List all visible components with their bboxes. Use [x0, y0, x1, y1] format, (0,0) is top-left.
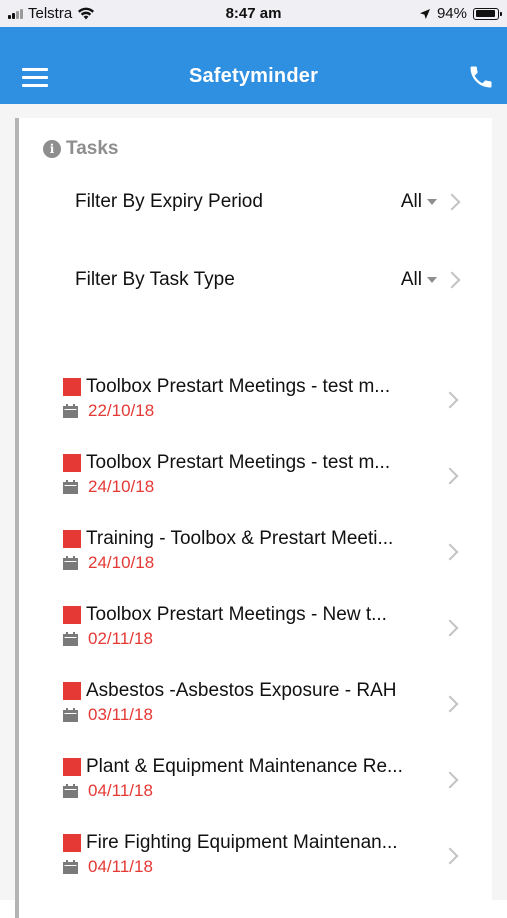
- tasks-card: i Tasks Filter By Expiry Period All Filt…: [15, 118, 492, 918]
- dropdown-caret-icon: [427, 277, 437, 283]
- filter-task-type[interactable]: Filter By Task Type All: [19, 260, 492, 300]
- battery-percent: 94%: [436, 5, 467, 22]
- tasks-section-title: Tasks: [66, 138, 119, 159]
- calendar-icon: [63, 556, 78, 570]
- task-title: Asbestos -Asbestos Exposure - RAH: [86, 680, 397, 701]
- status-bar: Telstra 8:47 am 94%: [0, 0, 507, 27]
- task-title: Toolbox Prestart Meetings - test m...: [86, 376, 391, 397]
- filter-label: Filter By Expiry Period: [75, 191, 263, 212]
- filter-expiry-period[interactable]: Filter By Expiry Period All: [19, 182, 492, 222]
- app-header: Safetyminder: [0, 27, 507, 104]
- filter-value: All: [400, 191, 422, 212]
- task-title: Toolbox Prestart Meetings - test m...: [86, 452, 391, 473]
- calendar-icon: [63, 860, 78, 874]
- calendar-icon: [63, 480, 78, 494]
- info-icon: i: [43, 140, 61, 158]
- overdue-flag-icon: [63, 454, 81, 472]
- task-date: 24/10/18: [88, 553, 155, 572]
- task-title: Fire Fighting Equipment Maintenan...: [86, 832, 398, 853]
- task-title: Toolbox Prestart Meetings - New t...: [86, 604, 387, 625]
- task-item[interactable]: Training - Toolbox & Prestart Meeti... 2…: [19, 524, 492, 584]
- calendar-icon: [63, 784, 78, 798]
- overdue-flag-icon: [63, 606, 81, 624]
- phone-icon[interactable]: [467, 63, 495, 91]
- overdue-flag-icon: [63, 378, 81, 396]
- filter-value: All: [400, 269, 422, 290]
- chevron-right-icon: [441, 847, 459, 865]
- task-item[interactable]: Toolbox Prestart Meetings - New t... 02/…: [19, 600, 492, 660]
- task-item[interactable]: Toolbox Prestart Meetings - test m... 22…: [19, 372, 492, 432]
- location-arrow-icon: [419, 8, 430, 19]
- battery-icon: [473, 7, 502, 20]
- task-item[interactable]: Toolbox Prestart Meetings - test m... 24…: [19, 448, 492, 508]
- task-date: 04/11/18: [88, 781, 153, 800]
- task-item[interactable]: Plant & Equipment Maintenance Re... 04/1…: [19, 752, 492, 812]
- chevron-right-icon: [443, 193, 461, 211]
- task-date: 02/11/18: [88, 629, 153, 648]
- chevron-right-icon: [441, 695, 459, 713]
- overdue-flag-icon: [63, 834, 81, 852]
- chevron-right-icon: [443, 271, 461, 289]
- calendar-icon: [63, 708, 78, 722]
- chevron-right-icon: [441, 543, 459, 561]
- overdue-flag-icon: [63, 758, 81, 776]
- chevron-right-icon: [441, 771, 459, 789]
- chevron-right-icon: [441, 619, 459, 637]
- chevron-right-icon: [441, 391, 459, 409]
- task-title: Plant & Equipment Maintenance Re...: [86, 756, 403, 777]
- task-date: 03/11/18: [88, 705, 153, 724]
- task-item[interactable]: Fire Fighting Equipment Maintenan... 04/…: [19, 828, 492, 888]
- filter-label: Filter By Task Type: [75, 269, 235, 290]
- overdue-flag-icon: [63, 530, 81, 548]
- calendar-icon: [63, 404, 78, 418]
- calendar-icon: [63, 632, 78, 646]
- chevron-right-icon: [441, 467, 459, 485]
- tasks-section-header: i Tasks: [43, 138, 118, 160]
- overdue-flag-icon: [63, 682, 81, 700]
- task-date: 04/11/18: [88, 857, 153, 876]
- task-date: 24/10/18: [88, 477, 155, 496]
- dropdown-caret-icon: [427, 199, 437, 205]
- task-date: 22/10/18: [88, 401, 155, 420]
- task-title: Training - Toolbox & Prestart Meeti...: [86, 528, 394, 549]
- task-item[interactable]: Asbestos -Asbestos Exposure - RAH 03/11/…: [19, 676, 492, 736]
- app-title: Safetyminder: [188, 65, 319, 87]
- status-right: 94%: [419, 5, 502, 22]
